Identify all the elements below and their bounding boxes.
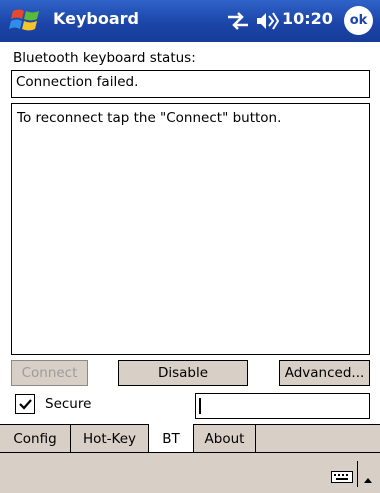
tab-hot-key[interactable]: Hot-Key xyxy=(71,425,149,452)
status-field: Connection failed. xyxy=(11,70,370,98)
secure-checkbox[interactable] xyxy=(15,394,35,414)
title-bar: Keyboard 10:20 ok xyxy=(0,0,380,42)
secure-label: Secure xyxy=(45,396,92,412)
tab-bt[interactable]: BT xyxy=(148,424,194,453)
checkmark-icon xyxy=(19,399,32,410)
bottom-menu-bar xyxy=(0,452,380,493)
divider xyxy=(357,461,358,487)
text-input[interactable] xyxy=(195,393,370,419)
status-label: Bluetooth keyboard status: xyxy=(13,50,196,66)
clock[interactable]: 10:20 xyxy=(282,9,333,28)
ok-button[interactable]: ok xyxy=(344,6,373,35)
connect-button[interactable]: Connect xyxy=(11,360,88,386)
app-title: Keyboard xyxy=(53,9,139,28)
tab-bar: Config Hot-Key BT About xyxy=(0,424,380,453)
message-area: To reconnect tap the "Connect" button. xyxy=(11,103,370,355)
connectivity-icon[interactable] xyxy=(226,11,250,31)
tab-about[interactable]: About xyxy=(194,425,256,452)
disable-button[interactable]: Disable xyxy=(118,360,248,386)
text-caret xyxy=(199,398,201,414)
tab-config[interactable]: Config xyxy=(0,425,71,452)
advanced-button[interactable]: Advanced... xyxy=(279,360,370,386)
speaker-icon[interactable] xyxy=(255,10,280,32)
windows-start-icon[interactable] xyxy=(9,6,43,36)
keyboard-icon[interactable] xyxy=(331,468,353,483)
up-arrow-icon[interactable] xyxy=(363,469,373,483)
